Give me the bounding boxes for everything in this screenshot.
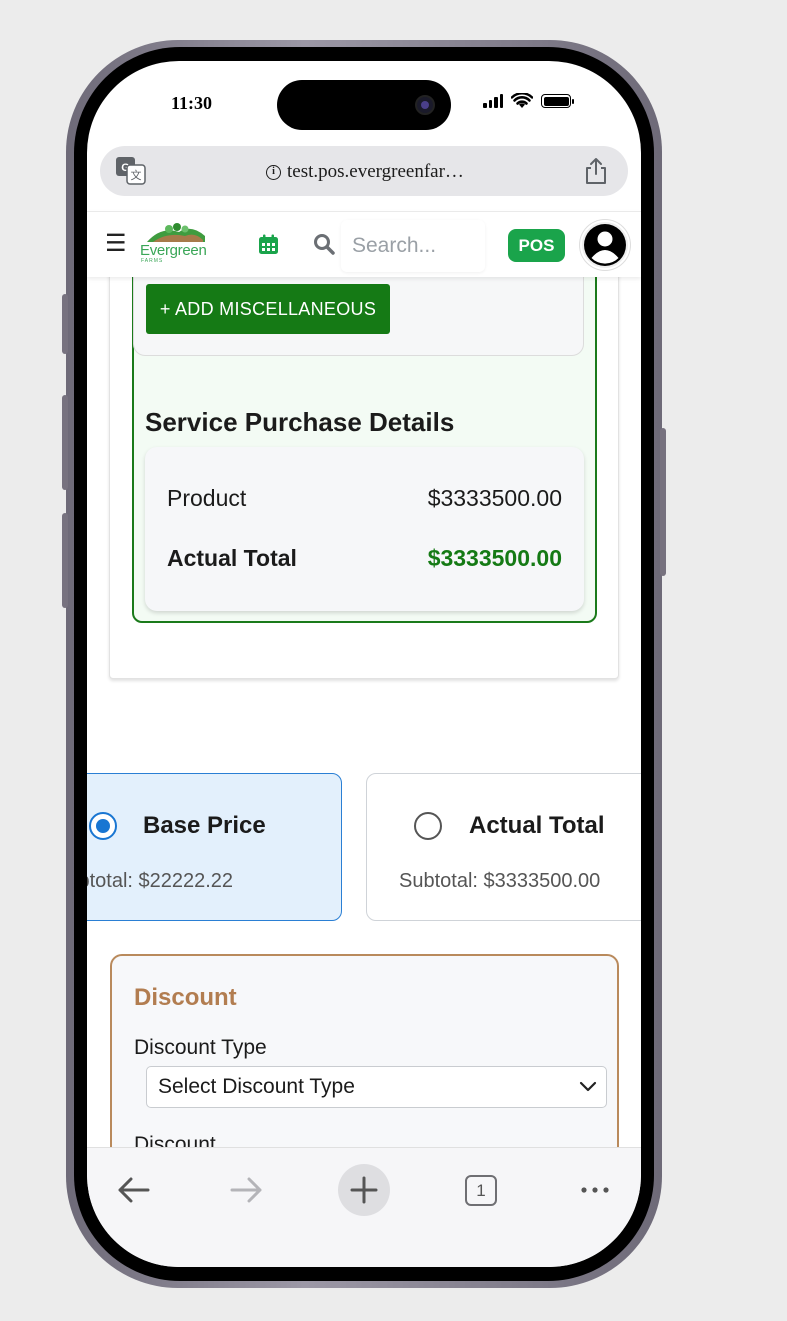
tabs-button[interactable]: 1	[455, 1164, 507, 1216]
search-icon[interactable]	[313, 233, 335, 255]
hamburger-menu-icon[interactable]: ☰	[105, 232, 127, 256]
tab-count: 1	[465, 1174, 497, 1206]
status-time: 11:30	[171, 93, 213, 113]
discount-type-select[interactable]: Select Discount Type	[146, 1066, 607, 1108]
arrow-right-icon	[230, 1177, 262, 1203]
info-icon[interactable]: i	[266, 164, 281, 180]
status-icons	[483, 93, 574, 109]
user-icon	[584, 224, 626, 266]
url-text: test.pos.evergreenfar…	[287, 161, 464, 182]
browser-toolbar: 1	[87, 1147, 641, 1267]
summary-value: $3333500.00	[427, 485, 562, 511]
share-icon[interactable]	[584, 157, 608, 185]
discount-type-label: Discount Type	[134, 1036, 267, 1059]
address-bar[interactable]: G 文 i test.pos.evergreenfar…	[100, 146, 628, 196]
main-content: + ADD MISCELLANEOUS Service Purchase Det…	[87, 277, 641, 1147]
option-title: Base Price	[143, 812, 266, 839]
back-button[interactable]	[107, 1164, 159, 1216]
service-purchase-title: Service Purchase Details	[145, 407, 455, 437]
user-avatar[interactable]	[580, 220, 630, 270]
option-subtotal: Subtotal: $22222.22	[87, 870, 234, 892]
volume-down-button	[62, 513, 68, 608]
logo-hills-icon	[147, 223, 205, 242]
phone-screen: 11:30 G 文 i test.pos.evergreenfar… ☰ Eve…	[87, 61, 641, 1267]
action-button	[62, 294, 68, 354]
evergreen-logo[interactable]: Evergreen FARMS	[139, 222, 213, 268]
svg-text:文: 文	[131, 168, 142, 182]
discount-type-value: Select Discount Type	[158, 1075, 355, 1098]
power-button	[660, 428, 666, 576]
summary-value: $3333500.00	[427, 545, 562, 571]
url-display[interactable]: i test.pos.evergreenfar…	[266, 161, 464, 183]
more-horizontal-icon	[581, 1187, 609, 1193]
price-option-actual-total[interactable]: Actual Total Subtotal: $3333500.00	[366, 773, 641, 921]
summary-row-actual-total: Actual Total $3333500.00	[167, 545, 562, 572]
logo-subtext: FARMS	[141, 258, 164, 264]
discount-title: Discount	[134, 984, 237, 1011]
arrow-left-icon	[118, 1177, 150, 1203]
summary-label: Actual Total	[167, 545, 297, 571]
discount-section: Discount Discount Type Select Discount T…	[110, 954, 619, 1147]
cellular-signal-icon	[483, 94, 503, 108]
new-tab-button[interactable]	[338, 1164, 390, 1216]
add-miscellaneous-button[interactable]: + ADD MISCELLANEOUS	[146, 284, 390, 334]
wifi-icon	[511, 93, 533, 108]
camera-icon	[415, 95, 435, 115]
pos-button[interactable]: POS	[508, 229, 565, 262]
search-input[interactable]	[341, 220, 485, 272]
battery-icon	[541, 94, 574, 108]
summary-label: Product	[167, 485, 247, 511]
option-title: Actual Total	[469, 812, 605, 839]
radio-unselected-icon[interactable]	[414, 812, 442, 840]
service-purchase-summary: Product $3333500.00 Actual Total $333350…	[145, 447, 584, 611]
calendar-icon[interactable]	[258, 234, 279, 255]
option-subtotal: Subtotal: $3333500.00	[399, 870, 601, 892]
volume-up-button	[62, 395, 68, 490]
logo-text: Evergreen	[140, 242, 207, 259]
dynamic-island	[277, 80, 451, 130]
translate-icon[interactable]: G 文	[116, 157, 146, 185]
price-option-base-price[interactable]: Base Price Subtotal: $22222.22	[87, 773, 342, 921]
summary-row-product: Product $3333500.00	[167, 485, 562, 512]
plus-icon	[350, 1176, 378, 1204]
forward-button[interactable]	[221, 1164, 273, 1216]
radio-selected-icon[interactable]	[89, 812, 117, 840]
more-menu-button[interactable]	[569, 1164, 621, 1216]
app-header: ☰ Evergreen FARMS POS	[87, 211, 641, 277]
chevron-down-icon	[579, 1081, 597, 1092]
discount-value-label: Discount	[134, 1133, 216, 1147]
